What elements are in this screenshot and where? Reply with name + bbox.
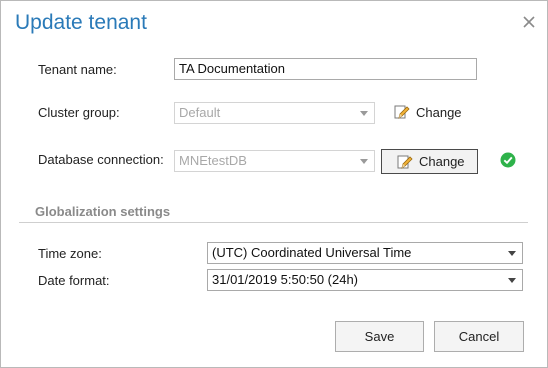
date-format-select[interactable]: 31/01/2019 5:50:50 (24h) bbox=[207, 269, 523, 291]
database-connection-select: MNEtestDB bbox=[174, 150, 375, 172]
database-connection-label: Database connection: bbox=[38, 152, 164, 167]
globalization-section-title: Globalization settings bbox=[35, 204, 171, 219]
update-tenant-dialog: Update tenant Tenant name: TA Documentat… bbox=[0, 0, 548, 368]
time-zone-select[interactable]: (UTC) Coordinated Universal Time bbox=[207, 242, 523, 264]
chevron-down-icon bbox=[360, 159, 368, 164]
chevron-down-icon bbox=[508, 251, 516, 256]
date-format-value: 31/01/2019 5:50:50 (24h) bbox=[212, 272, 359, 287]
pencil-icon bbox=[393, 103, 411, 121]
save-button[interactable]: Save bbox=[335, 321, 424, 352]
chevron-down-icon bbox=[360, 111, 368, 116]
cluster-group-select: Default bbox=[174, 102, 375, 124]
check-circle-icon bbox=[500, 152, 516, 168]
cluster-group-value: Default bbox=[179, 105, 221, 120]
tenant-name-input[interactable]: TA Documentation bbox=[174, 58, 477, 80]
change-label: Change bbox=[419, 154, 465, 169]
cluster-group-label: Cluster group: bbox=[38, 105, 120, 120]
section-divider bbox=[19, 222, 528, 223]
cancel-button[interactable]: Cancel bbox=[434, 321, 524, 352]
chevron-down-icon bbox=[508, 278, 516, 283]
pencil-icon bbox=[396, 153, 414, 171]
close-icon[interactable] bbox=[520, 13, 538, 31]
database-connection-change-button[interactable]: Change bbox=[381, 149, 478, 174]
dialog-title: Update tenant bbox=[15, 11, 147, 34]
cluster-group-change-button[interactable]: Change bbox=[379, 100, 468, 124]
change-label: Change bbox=[416, 104, 462, 120]
time-zone-value: (UTC) Coordinated Universal Time bbox=[212, 245, 412, 260]
database-connection-value: MNEtestDB bbox=[179, 153, 247, 168]
tenant-name-label: Tenant name: bbox=[38, 62, 117, 77]
date-format-label: Date format: bbox=[38, 273, 110, 288]
time-zone-label: Time zone: bbox=[38, 246, 102, 261]
